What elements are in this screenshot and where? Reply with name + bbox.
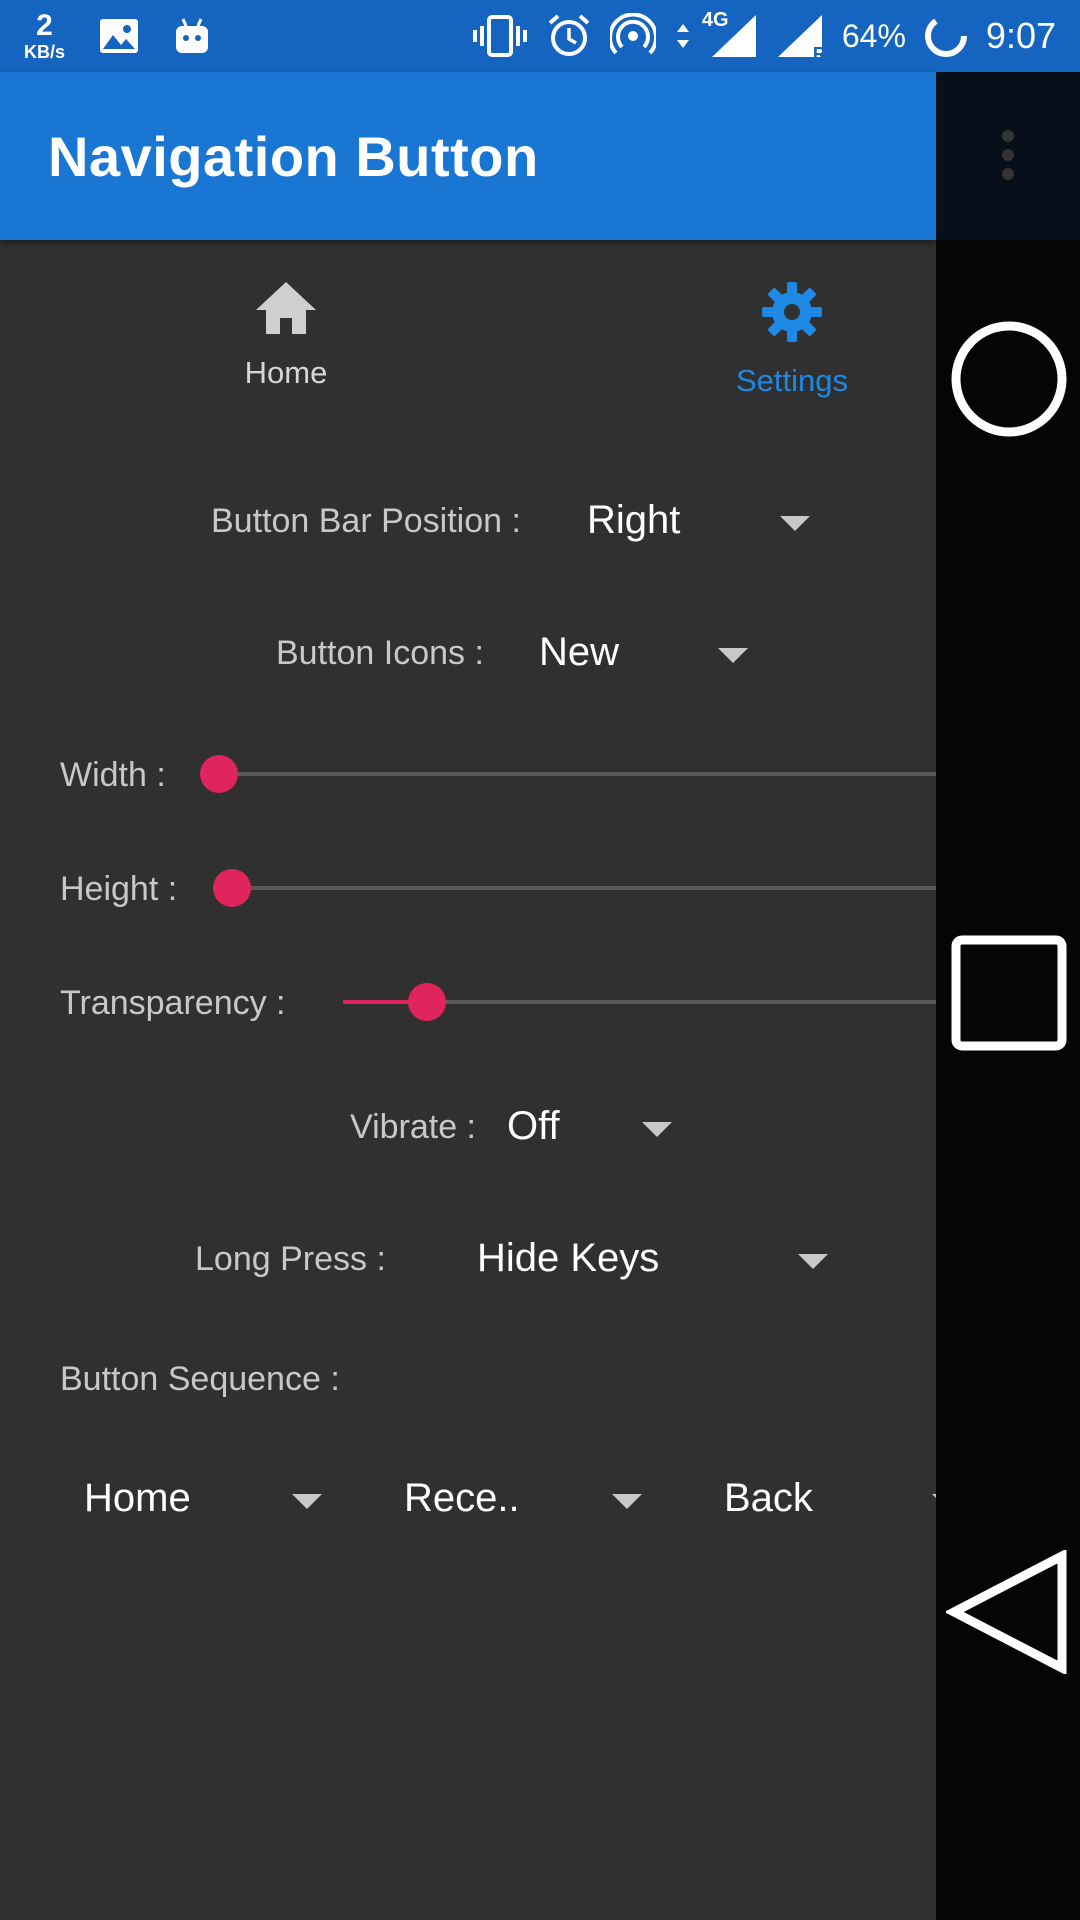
- transparency-slider-thumb[interactable]: [408, 983, 446, 1021]
- net-speed-indicator: 2 KB/s: [24, 9, 66, 62]
- sequence-slot-2-dropdown[interactable]: Rece..: [400, 1468, 660, 1534]
- sequence-slot-2-value: Rece..: [404, 1476, 520, 1520]
- home-icon: [156, 280, 416, 341]
- height-slider[interactable]: [213, 866, 980, 910]
- net-speed-value: 2: [36, 9, 53, 42]
- sequence-slot-1-dropdown[interactable]: Home: [80, 1468, 340, 1534]
- sequence-slot-3-dropdown[interactable]: Back: [720, 1468, 970, 1534]
- alarm-icon: [546, 13, 592, 59]
- status-bar: 2 KB/s 4G R 64% 9:07: [0, 0, 1080, 72]
- button-icons-label: Button Icons :: [276, 634, 484, 672]
- net-speed-unit: KB/s: [24, 42, 66, 62]
- bar-position-dropdown[interactable]: Right: [580, 490, 820, 556]
- app-bar-overflow-area: [936, 72, 1080, 240]
- back-triangle-icon[interactable]: [944, 1548, 1070, 1679]
- vibrate-dropdown[interactable]: Off: [500, 1096, 700, 1162]
- chevron-down-icon: [612, 1494, 642, 1509]
- image-icon: [99, 18, 139, 54]
- tab-settings-label: Settings: [735, 363, 848, 398]
- long-press-dropdown[interactable]: Hide Keys: [470, 1228, 850, 1294]
- width-slider[interactable]: [200, 752, 980, 796]
- width-slider-track: [218, 772, 972, 776]
- signal-roaming-icon: R: [776, 13, 826, 64]
- roaming-label: R: [812, 44, 826, 64]
- chevron-down-icon: [292, 1494, 322, 1509]
- hotspot-icon: [609, 13, 656, 59]
- chevron-down-icon: [798, 1254, 828, 1269]
- chevron-down-icon: [642, 1122, 672, 1137]
- tab-home-label: Home: [244, 355, 328, 390]
- bar-position-label: Button Bar Position :: [211, 502, 521, 540]
- network-type-label: 4G: [701, 9, 729, 31]
- android-icon: [173, 17, 211, 55]
- sequence-slot-3-value: Back: [724, 1476, 813, 1520]
- vibrate-label: Vibrate :: [350, 1108, 477, 1146]
- transparency-label: Transparency :: [60, 984, 286, 1022]
- app-bar: Navigation Button: [0, 72, 936, 240]
- height-slider-thumb[interactable]: [213, 869, 251, 907]
- button-sequence-label: Button Sequence :: [60, 1360, 340, 1398]
- home-circle-icon[interactable]: [950, 320, 1068, 443]
- sequence-slot-1-value: Home: [84, 1476, 191, 1520]
- height-label: Height :: [60, 870, 178, 908]
- width-slider-thumb[interactable]: [200, 755, 238, 793]
- tab-settings[interactable]: Settings: [662, 280, 922, 399]
- width-label: Width :: [60, 756, 166, 794]
- signal-icon: 4G: [702, 9, 758, 59]
- long-press-value: Hide Keys: [477, 1236, 660, 1280]
- more-vert-icon[interactable]: [1000, 130, 1016, 180]
- vibrate-value: Off: [507, 1104, 560, 1148]
- chevron-down-icon: [718, 648, 748, 663]
- transparency-slider[interactable]: [343, 980, 943, 1024]
- chevron-down-icon: [780, 516, 810, 531]
- bar-position-value: Right: [587, 498, 681, 542]
- long-press-label: Long Press :: [195, 1240, 386, 1278]
- data-arrows-icon: [674, 18, 692, 54]
- battery-saver-icon: [924, 14, 968, 58]
- clock: 9:07: [985, 15, 1056, 56]
- battery-percentage: 64%: [841, 17, 906, 54]
- button-icons-dropdown[interactable]: New: [532, 622, 762, 688]
- height-slider-track: [231, 886, 972, 890]
- navigation-button-bar: [936, 72, 1080, 1920]
- recents-square-icon[interactable]: [950, 934, 1068, 1057]
- app-title: Navigation Button: [48, 125, 539, 188]
- tab-home[interactable]: Home: [156, 280, 416, 391]
- button-icons-value: New: [539, 630, 620, 674]
- gear-icon: [662, 280, 922, 349]
- vibrate-icon: [472, 14, 528, 58]
